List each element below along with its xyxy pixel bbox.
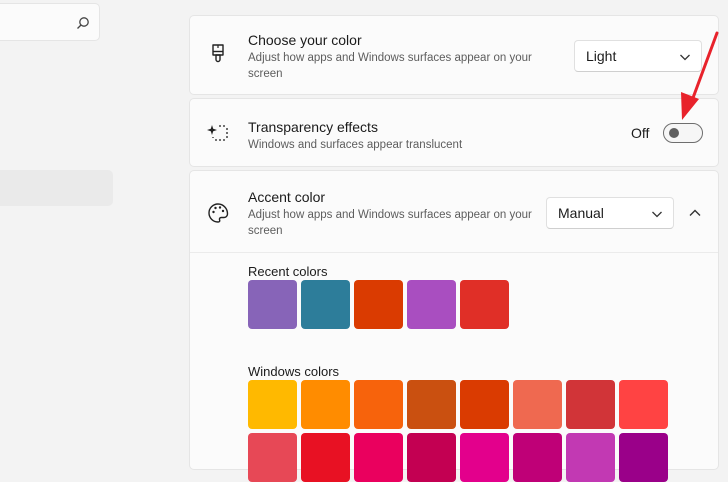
accent-color-card: Accent color Adjust how apps and Windows… bbox=[189, 170, 719, 482]
color-swatch[interactable] bbox=[248, 280, 297, 329]
chevron-up-icon[interactable] bbox=[687, 205, 703, 221]
accent-title: Accent color bbox=[248, 189, 326, 205]
sidebar-item-personalization[interactable] bbox=[0, 170, 113, 206]
color-swatch[interactable] bbox=[407, 433, 456, 482]
search-input[interactable] bbox=[0, 3, 100, 41]
color-swatch[interactable] bbox=[301, 280, 350, 329]
color-swatch[interactable] bbox=[407, 380, 456, 429]
color-swatch[interactable] bbox=[619, 433, 668, 482]
color-swatch[interactable] bbox=[248, 433, 297, 482]
color-swatch[interactable] bbox=[354, 380, 403, 429]
accent-mode-dropdown[interactable]: Manual bbox=[546, 197, 674, 229]
color-swatch[interactable] bbox=[460, 380, 509, 429]
color-swatch[interactable] bbox=[566, 433, 615, 482]
transparency-card: Transparency effects Windows and surface… bbox=[189, 98, 719, 167]
search-icon bbox=[77, 17, 89, 29]
transparency-description: Windows and surfaces appear translucent bbox=[248, 139, 463, 151]
chevron-down-icon bbox=[680, 54, 690, 61]
color-swatch[interactable] bbox=[354, 433, 403, 482]
color-swatch[interactable] bbox=[301, 380, 350, 429]
choose-color-title: Choose your color bbox=[248, 32, 362, 48]
transparency-title: Transparency effects bbox=[248, 119, 378, 135]
choose-color-card: Choose your color Adjust how apps and Wi… bbox=[189, 15, 719, 95]
color-mode-dropdown[interactable]: Light bbox=[574, 40, 702, 72]
accent-description: Adjust how apps and Windows surfaces app… bbox=[248, 209, 532, 237]
transparency-sparkle-icon bbox=[207, 125, 228, 141]
color-swatch[interactable] bbox=[407, 280, 456, 329]
palette-icon bbox=[208, 203, 229, 223]
color-swatch[interactable] bbox=[354, 280, 403, 329]
paintbrush-icon bbox=[212, 44, 224, 63]
transparency-state-label: Off bbox=[631, 125, 650, 141]
choose-color-description: Adjust how apps and Windows surfaces app… bbox=[248, 52, 532, 80]
color-swatch[interactable] bbox=[566, 380, 615, 429]
color-swatch[interactable] bbox=[460, 433, 509, 482]
color-swatch[interactable] bbox=[301, 433, 350, 482]
color-swatch[interactable] bbox=[513, 380, 562, 429]
color-swatch[interactable] bbox=[513, 433, 562, 482]
transparency-toggle[interactable] bbox=[663, 123, 703, 143]
recent-colors-label: Recent colors bbox=[248, 264, 328, 279]
color-swatch[interactable] bbox=[460, 280, 509, 329]
chevron-down-icon bbox=[652, 211, 662, 218]
color-mode-value: Light bbox=[586, 48, 617, 64]
windows-colors-label: Windows colors bbox=[248, 364, 340, 379]
color-swatch[interactable] bbox=[619, 380, 668, 429]
accent-mode-value: Manual bbox=[558, 205, 604, 221]
accent-divider bbox=[190, 252, 718, 253]
toggle-knob bbox=[669, 128, 679, 138]
color-swatch[interactable] bbox=[248, 380, 297, 429]
